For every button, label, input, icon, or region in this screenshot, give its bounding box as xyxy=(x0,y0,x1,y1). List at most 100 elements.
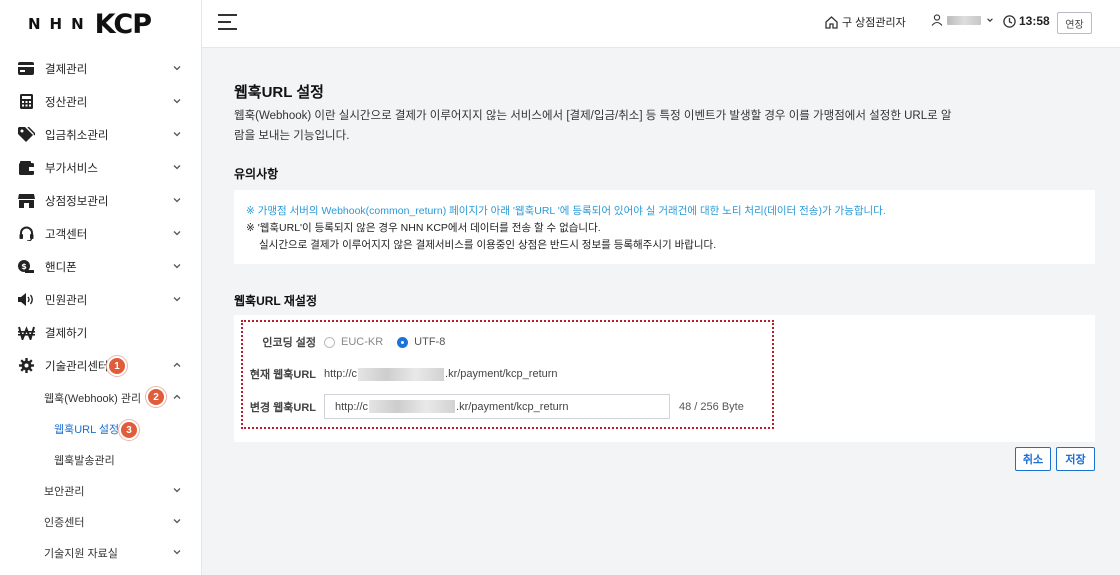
chevron-down-icon xyxy=(173,297,181,302)
sidebar-subitem-label: 웹훅URL 설정 xyxy=(54,423,120,436)
sidebar-subitem-tech-docs[interactable]: 기술지원 자료실 xyxy=(0,537,202,568)
radio-off xyxy=(324,336,335,348)
logo-nhn: NHN xyxy=(28,15,93,33)
byte-counter: 48 / 256 Byte xyxy=(679,400,744,413)
sidebar-subitem-auth-center[interactable]: 인증센터 xyxy=(0,506,202,537)
sidebar-subitem-label: 기술지원 자료실 xyxy=(44,547,118,560)
chevron-down-icon xyxy=(173,264,181,269)
old-admin-label: 구 상점관리자 xyxy=(842,17,906,29)
chevron-down-icon xyxy=(173,519,181,524)
session-time: 13:58 xyxy=(1019,14,1050,28)
reset-section-title: 웹훅URL 재설정 xyxy=(234,294,317,308)
chevron-down-icon xyxy=(173,550,181,555)
old-admin-link[interactable]: 구 상점관리자 xyxy=(825,14,906,30)
svg-text:$: $ xyxy=(21,262,27,271)
step-badge: 1 xyxy=(107,356,127,376)
sidebar-item-complaints[interactable]: 민원관리 xyxy=(0,283,202,316)
sidebar-subitem-label: 웹훅(Webhook) 관리 xyxy=(44,392,142,405)
notice-line: ※ '웹훅URL'이 등록되지 않은 경우 NHN KCP에서 데이터를 전송 … xyxy=(246,222,601,234)
encoding-utf8-radio[interactable]: UTF-8 xyxy=(397,336,445,348)
handphone-icon: $ xyxy=(17,258,35,276)
won-icon xyxy=(17,324,35,342)
notice-line: 실시간으로 결제가 이루어지지 않은 결제서비스를 이용중인 상점은 반드시 정… xyxy=(259,239,717,251)
sidebar-item-label: 정산관리 xyxy=(45,96,88,109)
chevron-down-icon xyxy=(173,165,181,170)
sidebar-subitem-webhook[interactable]: 웹훅(Webhook) 관리 2 xyxy=(0,382,202,413)
sidebar-item-customer-center[interactable]: 고객센터 xyxy=(0,217,202,250)
extend-session-button[interactable]: 연장 xyxy=(1057,12,1092,34)
chevron-down-icon xyxy=(173,66,181,71)
session-timer: 13:58 xyxy=(1003,14,1050,28)
encoding-euckr-radio[interactable]: EUC-KR xyxy=(324,336,383,348)
page-title: 웹훅URL 설정 xyxy=(234,84,324,101)
step-badge: 2 xyxy=(146,387,166,407)
chevron-down-icon xyxy=(173,231,181,236)
sidebar-item-label: 부가서비스 xyxy=(45,162,98,175)
sidebar-item-tech-center[interactable]: 기술관리센터 1 xyxy=(0,349,202,382)
change-url-label: 변경 웹훅URL xyxy=(249,401,316,414)
sidebar-subitem-webhook-url[interactable]: 웹훅URL 설정 3 xyxy=(0,413,202,444)
url-prefix: http://c xyxy=(335,400,369,413)
gear-icon xyxy=(17,357,35,375)
change-url-row: 변경 웹훅URL http://c .kr/payment/kcp_return… xyxy=(243,394,744,419)
sidebar-item-label: 기술관리센터 xyxy=(45,360,109,373)
sidebar-item-payment[interactable]: 결제관리 xyxy=(0,52,202,85)
top-header: 구 상점관리자 13:58 연장 xyxy=(202,0,1120,48)
save-button[interactable]: 저장 xyxy=(1056,447,1095,471)
sidebar-item-label: 고객센터 xyxy=(45,228,88,241)
change-url-input[interactable]: http://c .kr/payment/kcp_return xyxy=(324,394,670,419)
sidebar-item-store-info[interactable]: 상점정보관리 xyxy=(0,184,202,217)
encoding-label: 인코딩 설정 xyxy=(262,337,316,349)
sidebar-item-addon[interactable]: 부가서비스 xyxy=(0,151,202,184)
chevron-down-icon xyxy=(173,99,181,104)
tag-icon xyxy=(17,126,35,144)
sidebar-subitem-label: 보안관리 xyxy=(44,485,85,498)
masked-domain xyxy=(358,367,445,381)
chevron-down-icon xyxy=(987,18,993,23)
user-icon xyxy=(931,14,943,26)
sidebar-item-label: 민원관리 xyxy=(45,294,88,307)
sidebar-item-handphone[interactable]: $ 핸디폰 xyxy=(0,250,202,283)
home-icon xyxy=(825,15,838,29)
sidebar-menu: 결제관리 정산관리 입금취소관리 부가서비스 상점정보관리 고객센터 $ 핸디폰… xyxy=(0,52,202,568)
calculator-icon xyxy=(17,93,35,111)
sidebar: NHN KCP 결제관리 정산관리 입금취소관리 부가서비스 상점정보관리 고객… xyxy=(0,0,202,575)
sidebar-item-label: 상점정보관리 xyxy=(45,195,109,208)
url-suffix: .kr/payment/kcp_return xyxy=(456,400,569,413)
url-suffix: .kr/payment/kcp_return xyxy=(445,368,558,380)
masked-username xyxy=(947,15,981,25)
current-url-label: 현재 웹훅URL xyxy=(249,369,316,381)
chevron-up-icon xyxy=(173,362,181,367)
step-badge: 3 xyxy=(119,420,139,440)
sidebar-item-label: 핸디폰 xyxy=(45,261,77,274)
sidebar-item-label: 결제관리 xyxy=(45,63,88,76)
speaker-icon xyxy=(17,291,35,309)
chevron-down-icon xyxy=(173,488,181,493)
masked-domain xyxy=(369,400,456,413)
encoding-row: 인코딩 설정 EUC-KR UTF-8 xyxy=(243,334,459,350)
sidebar-subitem-webhook-send[interactable]: 웹훅발송관리 xyxy=(0,444,202,475)
sidebar-subitem-security[interactable]: 보안관리 xyxy=(0,475,202,506)
nhn-kcp-logo[interactable]: NHN KCP xyxy=(28,8,152,40)
sidebar-item-label: 입금취소관리 xyxy=(45,129,109,142)
chevron-down-icon xyxy=(173,198,181,203)
url-prefix: http://c xyxy=(324,368,358,380)
clock-icon xyxy=(1003,14,1016,28)
logo-kcp: KCP xyxy=(94,8,152,40)
current-url-row: 현재 웹훅URL http://c .kr/payment/kcp_return xyxy=(243,366,558,382)
sidebar-subitem-label: 웹훅발송관리 xyxy=(54,454,115,467)
current-url-value: http://c .kr/payment/kcp_return xyxy=(324,367,558,381)
encoding-utf8-label: UTF-8 xyxy=(414,336,446,348)
card-icon xyxy=(17,60,35,78)
chevron-down-icon xyxy=(173,132,181,137)
sidebar-item-settlement[interactable]: 정산관리 xyxy=(0,85,202,118)
main-content: 웹훅URL 설정 웹훅(Webhook) 이란 실시간으로 결제가 이루어지지 … xyxy=(202,48,1120,575)
cancel-button[interactable]: 취소 xyxy=(1015,447,1051,471)
sidebar-item-deposit-cancel[interactable]: 입금취소관리 xyxy=(0,118,202,151)
sidebar-item-pay[interactable]: 결제하기 xyxy=(0,316,202,349)
menu-toggle-icon[interactable] xyxy=(218,14,238,32)
notice-title: 유의사항 xyxy=(234,167,279,181)
store-icon xyxy=(17,192,35,210)
radio-on xyxy=(397,336,409,348)
user-menu[interactable] xyxy=(931,14,994,26)
